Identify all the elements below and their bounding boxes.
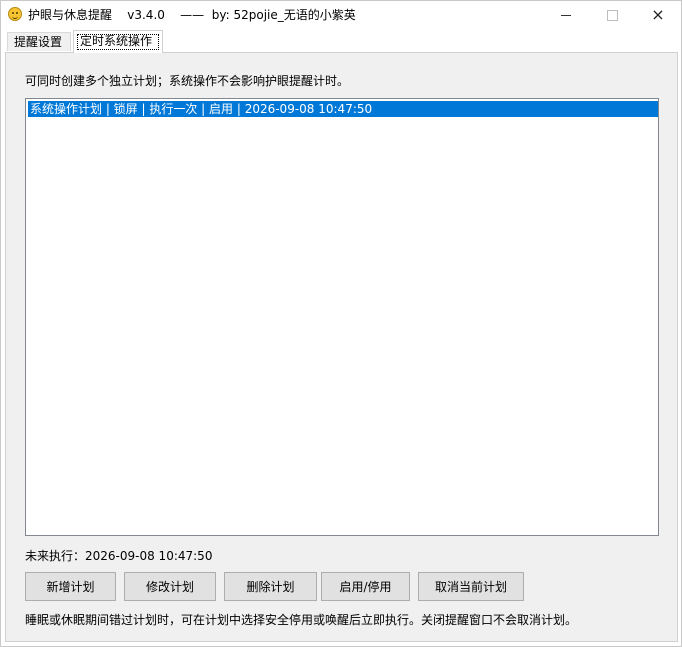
bottom-hint-text: 睡眠或休眠期间错过计划时，可在计划中选择安全停用或唤醒后立即执行。关闭提醒窗口不… (25, 613, 578, 627)
cancel-current-plan-button[interactable]: 取消当前计划 (418, 572, 524, 601)
close-icon: × (651, 5, 665, 24)
minimize-button[interactable] (543, 1, 589, 29)
plan-listbox[interactable]: 系统操作计划 | 锁屏 | 执行一次 | 启用 | 2026-09-08 10:… (25, 98, 659, 536)
title-bar[interactable]: 护眼与休息提醒 v3.4.0 —— by: 52pojie_无语的小紫英 × (1, 1, 681, 29)
tab-label: 定时系统操作 (80, 34, 153, 48)
next-run-label: 未来执行：2026-09-08 10:47:50 (25, 549, 213, 563)
app-window: 护眼与休息提醒 v3.4.0 —— by: 52pojie_无语的小紫英 × 提… (0, 0, 682, 647)
add-plan-button[interactable]: 新增计划 (25, 572, 116, 601)
smiley-app-icon (8, 7, 22, 21)
top-hint-text: 可同时创建多个独立计划；系统操作不会影响护眼提醒计时。 (25, 74, 350, 88)
maximize-button[interactable] (589, 1, 635, 29)
plan-list-item[interactable]: 系统操作计划 | 锁屏 | 执行一次 | 启用 | 2026-09-08 10:… (28, 101, 658, 117)
maximize-icon (606, 9, 618, 21)
minimize-icon (561, 14, 571, 16)
edit-plan-button[interactable]: 修改计划 (124, 572, 216, 601)
tab-label: 提醒设置 (14, 35, 63, 49)
tab-reminder-settings[interactable]: 提醒设置 (7, 32, 71, 51)
close-button[interactable]: × (635, 1, 681, 29)
window-title: 护眼与休息提醒 v3.4.0 —— by: 52pojie_无语的小紫英 (28, 8, 356, 22)
delete-plan-button[interactable]: 删除计划 (224, 572, 317, 601)
toggle-plan-button[interactable]: 启用/停用 (321, 572, 410, 601)
tab-scheduled-system-ops[interactable]: 定时系统操作 (73, 30, 163, 53)
